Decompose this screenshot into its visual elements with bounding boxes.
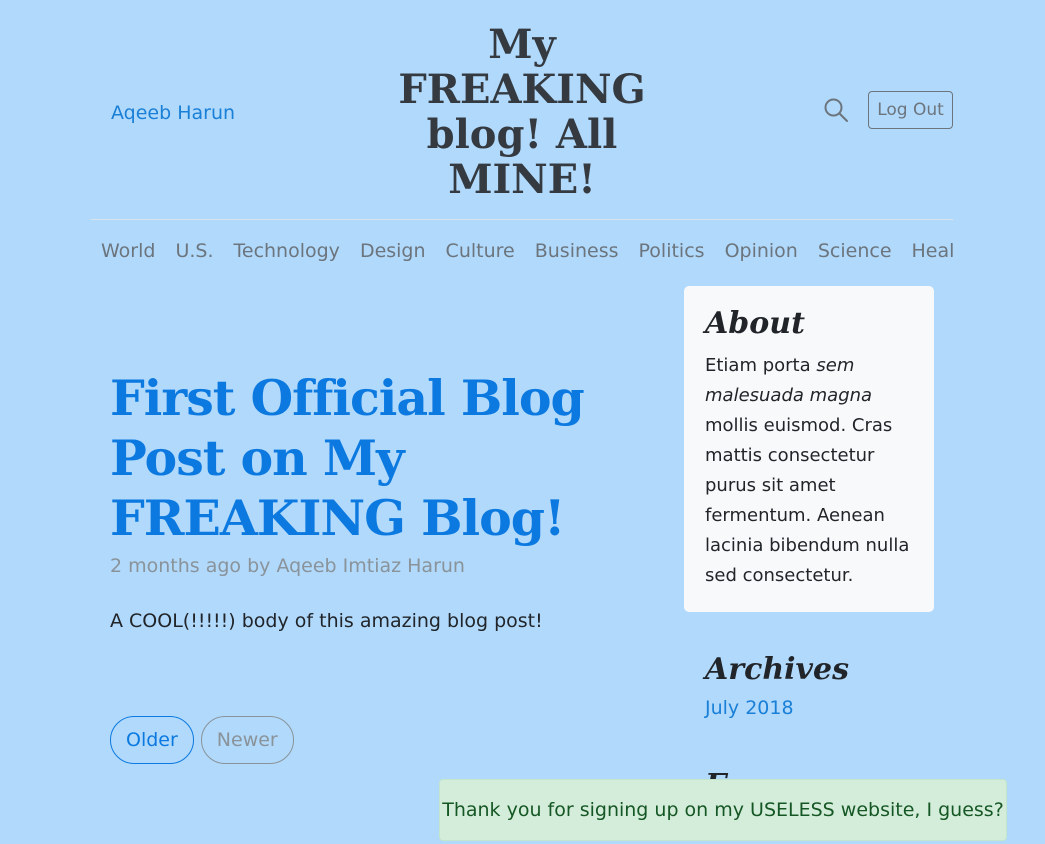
nav-item-us[interactable]: U.S. — [165, 221, 223, 281]
about-text: Etiam porta sem malesuada magna mollis e… — [705, 351, 913, 591]
pager: Older Newer — [110, 716, 294, 764]
nav-item-health[interactable]: Health — [902, 221, 953, 281]
about-text-start: Etiam porta — [705, 355, 817, 376]
newer-button[interactable]: Newer — [200, 716, 294, 764]
nav-item-world[interactable]: World — [91, 221, 165, 281]
archive-link[interactable]: July 2018 — [705, 697, 935, 719]
logo-line: MINE! — [448, 156, 596, 203]
author-link[interactable]: Aqeeb Harun — [111, 102, 235, 124]
nav-item-politics[interactable]: Politics — [629, 221, 715, 281]
logo-line: FREAKING — [398, 66, 646, 113]
signup-toast: Thank you for signing up on my USELESS w… — [439, 779, 1007, 841]
archives-heading: Archives — [705, 652, 849, 687]
post-title[interactable]: First Official Blog Post on My FREAKING … — [110, 368, 650, 548]
nav-item-opinion[interactable]: Opinion — [715, 221, 808, 281]
site-logo[interactable]: My FREAKING blog! All MINE! — [393, 22, 651, 202]
logo-line: My — [488, 21, 556, 68]
archives-section: Archives July 2018 — [705, 652, 935, 719]
about-text-end: mollis euismod. Cras mattis consectetur … — [705, 415, 910, 586]
nav-item-science[interactable]: Science — [808, 221, 902, 281]
nav-item-business[interactable]: Business — [525, 221, 629, 281]
older-button[interactable]: Older — [110, 716, 194, 764]
nav-item-design[interactable]: Design — [350, 221, 436, 281]
post-meta: 2 months ago by Aqeeb Imtiaz Harun — [110, 555, 465, 577]
about-heading: About — [705, 306, 805, 341]
nav-item-culture[interactable]: Culture — [436, 221, 525, 281]
site-header: Aqeeb Harun My FREAKING blog! All MINE! … — [91, 0, 953, 220]
post-body: A COOL(!!!!!) body of this amazing blog … — [110, 610, 543, 632]
logo-line: blog! All — [426, 111, 618, 158]
search-icon[interactable] — [823, 97, 849, 123]
logout-button[interactable]: Log Out — [868, 91, 953, 129]
nav-item-technology[interactable]: Technology — [224, 221, 350, 281]
about-box: About Etiam porta sem malesuada magna mo… — [684, 286, 934, 612]
category-nav: World U.S. Technology Design Culture Business… — [91, 221, 953, 281]
